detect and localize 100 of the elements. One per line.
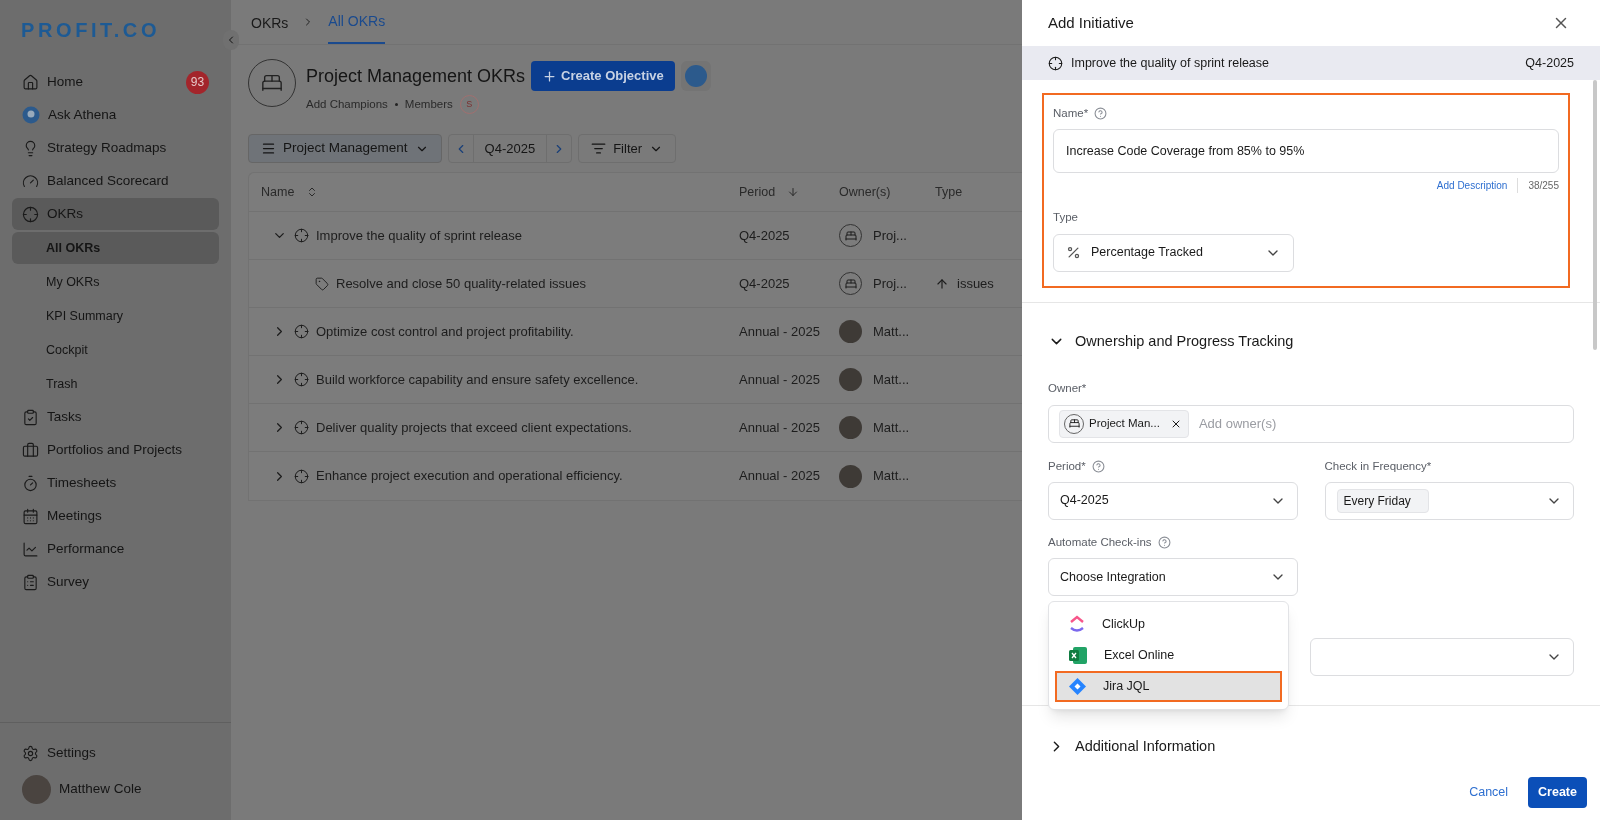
integration-select[interactable]: Choose Integration <box>1048 558 1298 596</box>
add-description-link[interactable]: Add Description <box>1436 178 1519 194</box>
avatar <box>839 464 862 488</box>
breadcrumb-link[interactable]: OKRs <box>251 13 289 44</box>
help-icon[interactable] <box>1157 535 1171 549</box>
clipboard-check-icon <box>22 408 39 426</box>
nav-item[interactable]: Tasks <box>12 401 219 433</box>
help-icon[interactable] <box>1091 459 1105 473</box>
target-icon <box>294 420 309 435</box>
table-row[interactable]: Enhance project execution and operational efficiency. Annual - 2025 Matt... <box>249 452 1022 500</box>
chevron-logo-icon <box>1069 615 1085 633</box>
nav-item[interactable]: Portfolios and Projects <box>12 434 219 466</box>
bed-icon <box>261 72 283 94</box>
nav-subitem[interactable]: KPI Summary <box>12 300 219 332</box>
select-field[interactable] <box>1310 638 1574 676</box>
timer-icon <box>22 474 39 492</box>
field-label: Automate Check-ins <box>1048 534 1152 550</box>
target-icon <box>294 228 309 243</box>
objective-period: Q4-2025 <box>1525 54 1574 72</box>
nav-subitem[interactable]: Cockpit <box>12 334 219 366</box>
target-icon <box>294 324 309 339</box>
logo: PROFIT.CO <box>20 18 162 43</box>
nav-item[interactable]: Home 93 <box>12 66 219 98</box>
nav-label: Settings <box>47 743 96 762</box>
period-cell-text: Q4-2025 <box>739 226 791 245</box>
option-label: ClickUp <box>1102 615 1146 633</box>
calendar-icon <box>22 507 39 525</box>
create-objective-button[interactable]: Create Objective <box>531 61 675 91</box>
create-button[interactable]: Create <box>1528 777 1587 808</box>
nav-item[interactable]: Survey <box>12 566 219 598</box>
nav-item[interactable]: Timesheets <box>12 467 219 499</box>
page-title: Project Management OKRs <box>306 64 526 88</box>
help-icon[interactable] <box>1094 107 1108 121</box>
select-value: Choose Integration <box>1060 568 1166 586</box>
nav-item[interactable]: Strategy Roadmaps <box>12 132 219 164</box>
nav-label: Meetings <box>47 506 102 525</box>
section-header[interactable]: Ownership and Progress Tracking <box>1048 330 1294 353</box>
breadcrumb-link[interactable]: All OKRs <box>328 11 386 44</box>
user-name: Matthew Cole <box>59 780 142 799</box>
nav-item[interactable]: Settings <box>12 737 219 769</box>
count-badge: 93 <box>186 70 209 94</box>
nav-label: Strategy Roadmaps <box>47 138 167 157</box>
type-cell-text: issues <box>957 274 994 293</box>
target-icon <box>294 372 309 387</box>
objective-name: Improve the quality of sprint release <box>1071 54 1270 72</box>
tag-icon <box>315 276 329 291</box>
group-dropdown[interactable]: Project Management <box>248 134 442 163</box>
diamond-icon <box>1069 677 1086 695</box>
nav-item[interactable]: Meetings <box>12 500 219 532</box>
owner-cell-text: Proj... <box>873 226 907 245</box>
nav-item[interactable]: OKRs <box>12 198 219 230</box>
field-label: Period* <box>1048 458 1086 474</box>
menu-option[interactable]: Excel Online <box>1055 639 1282 671</box>
nav-item[interactable]: Ask Athena <box>12 99 219 131</box>
column-header[interactable]: Type <box>935 182 1022 202</box>
okr-name: Optimize cost control and project profitability. <box>316 322 574 341</box>
period-select[interactable]: Q4-2025 <box>1048 481 1298 520</box>
select-value: Q4-2025 <box>1060 492 1109 510</box>
period-cell-text: Annual - 2025 <box>739 322 821 341</box>
target-icon <box>294 468 309 484</box>
members-link[interactable]: Members <box>404 95 453 114</box>
menu-option[interactable]: Jira JQL <box>1055 670 1282 702</box>
nav-label: Tasks <box>47 407 82 426</box>
settings-icon <box>22 744 39 762</box>
section-header[interactable]: Additional Information <box>1048 736 1216 758</box>
chip-label: Project Man... <box>1089 415 1160 431</box>
nav-label: Performance <box>47 539 125 558</box>
add-champions-link[interactable]: Add Champions <box>306 95 388 114</box>
nav-subitem[interactable]: My OKRs <box>12 266 219 298</box>
nav-subitem[interactable]: All OKRs <box>12 232 219 264</box>
owner-field[interactable]: Project Man... Add owner(s) <box>1048 404 1574 443</box>
nav-label: Timesheets <box>47 473 117 492</box>
column-header[interactable]: Name <box>249 182 739 202</box>
cancel-button[interactable]: Cancel <box>1469 783 1509 802</box>
nav-label: Portfolios and Projects <box>47 440 183 459</box>
plus-icon <box>542 68 558 84</box>
nav-label: Survey <box>47 572 90 591</box>
field-label: Owner* <box>1048 381 1087 397</box>
name-input[interactable]: Increase Code Coverage from 85% to 95% <box>1053 129 1559 174</box>
period-cell-text: Annual - 2025 <box>739 370 821 389</box>
nav-subitem[interactable]: Trash <box>12 368 219 400</box>
nav-item[interactable]: Balanced Scorecard <box>12 165 219 197</box>
percent-icon <box>1066 245 1081 260</box>
menu-option[interactable]: ClickUp <box>1055 608 1282 640</box>
target-icon <box>1048 55 1063 71</box>
owner-cell-text: Proj... <box>873 274 907 293</box>
nav-label: Balanced Scorecard <box>47 171 169 190</box>
filter-icon <box>591 141 607 156</box>
type-select[interactable]: Percentage Tracked <box>1053 233 1294 272</box>
list-icon <box>22 573 39 591</box>
period-cell-text: Annual - 2025 <box>739 467 821 486</box>
panel-title: Add Initiative <box>1048 12 1134 33</box>
filter-button[interactable]: Filter <box>578 134 677 163</box>
avatar <box>839 320 862 343</box>
nav-item[interactable]: Performance <box>12 533 219 565</box>
column-header[interactable]: Period <box>739 182 839 202</box>
gauge-icon <box>22 172 39 190</box>
target-icon <box>22 205 39 223</box>
column-header[interactable]: Owner(s) <box>839 182 935 202</box>
frequency-select[interactable]: Every Friday <box>1324 481 1574 520</box>
